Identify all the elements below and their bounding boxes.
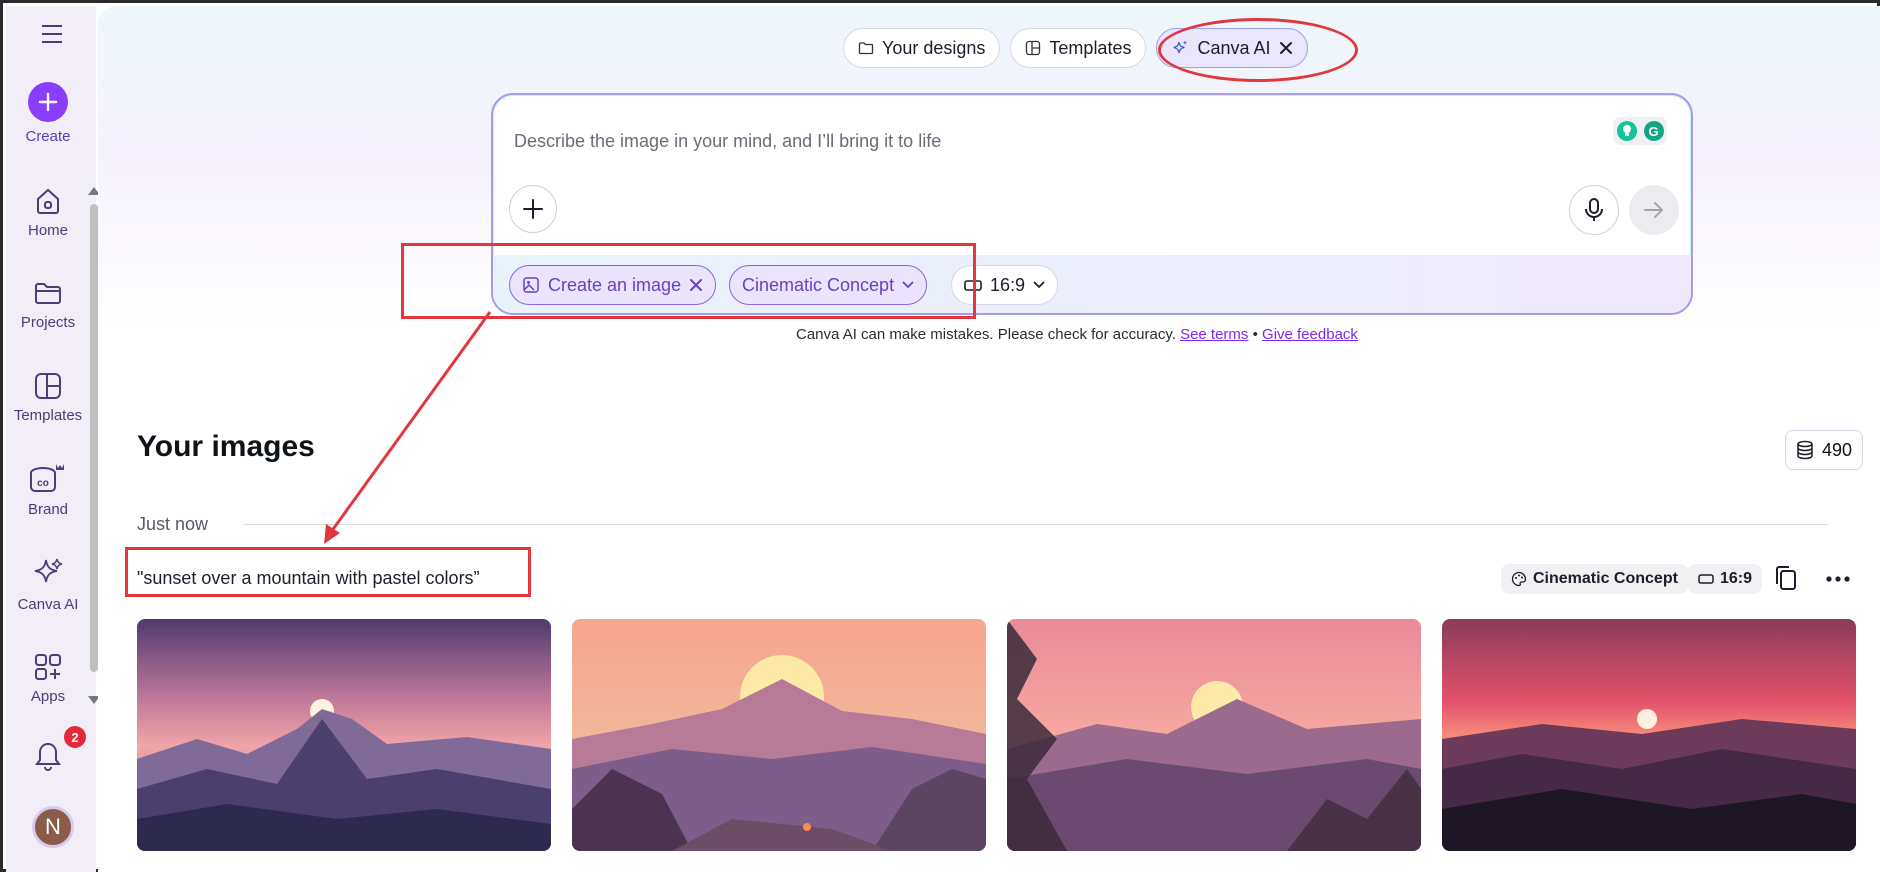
screen-frame: Create Home Projects Templates co Brand … <box>0 0 1880 872</box>
svg-text:co: co <box>37 478 49 489</box>
prompt-input[interactable]: Describe the image in your mind, and I’l… <box>514 131 941 152</box>
annotation-rectangle-prompt <box>125 547 531 597</box>
grammarly-widget[interactable]: G <box>1613 117 1667 145</box>
tab-templates[interactable]: Templates <box>1010 28 1147 68</box>
chip-label: 16:9 <box>990 274 1026 295</box>
aspect-ratio-icon <box>1698 574 1714 584</box>
send-button[interactable] <box>1629 185 1679 235</box>
create-button[interactable] <box>28 82 68 122</box>
main-area: Your designs Templates Canva AI Describe… <box>98 6 1880 872</box>
give-feedback-link[interactable]: Give feedback <box>1262 326 1358 343</box>
credits-counter[interactable]: 490 <box>1785 430 1864 470</box>
section-title: Your images <box>137 430 315 463</box>
ratio-tag-label: 16:9 <box>1720 570 1753 587</box>
annotation-ellipse <box>1158 18 1358 82</box>
copy-icon[interactable] <box>1773 564 1799 597</box>
annotation-rectangle-chips <box>401 243 976 319</box>
sidebar-item-brand[interactable]: co Brand <box>6 461 90 518</box>
sidebar-item-canva-ai[interactable]: Canva AI <box>6 556 90 613</box>
see-terms-link[interactable]: See terms <box>1180 326 1248 343</box>
grammarly-icon: G <box>1643 121 1664 141</box>
disclaimer: Canva AI can make mistakes. Please check… <box>796 326 1358 343</box>
sparkle-icon <box>34 558 63 583</box>
annotation-arrow <box>324 311 492 544</box>
credits-value: 490 <box>1822 439 1853 460</box>
sidebar-item-label: Canva AI <box>17 596 79 613</box>
notification-badge: 2 <box>64 726 86 748</box>
database-icon <box>1797 440 1813 460</box>
microphone-button[interactable] <box>1569 185 1619 235</box>
microphone-icon <box>1585 198 1603 221</box>
chevron-down-icon <box>1033 281 1045 289</box>
style-tag: Cinematic Concept <box>1501 564 1688 594</box>
generated-image-4[interactable] <box>1442 619 1856 851</box>
add-attachment-button[interactable] <box>509 185 557 233</box>
generated-image-1[interactable] <box>137 619 551 851</box>
brand-icon: co <box>30 464 64 492</box>
sidebar-item-apps[interactable]: Apps <box>6 652 90 705</box>
sidebar-item-templates[interactable]: Templates <box>6 371 90 424</box>
menu-icon[interactable] <box>41 24 63 49</box>
create-label: Create <box>25 128 71 145</box>
tab-your-designs[interactable]: Your designs <box>843 28 1001 68</box>
home-icon <box>37 188 59 214</box>
scroll-thumb[interactable] <box>90 204 98 672</box>
sidebar-item-label: Templates <box>13 407 83 424</box>
time-label: Just now <box>137 514 209 534</box>
divider <box>243 524 1828 525</box>
tab-label: Templates <box>1049 37 1132 58</box>
apps-icon <box>35 654 61 680</box>
disclaimer-text: Canva AI can make mistakes. Please check… <box>796 326 1176 343</box>
generated-image-2[interactable] <box>572 619 986 851</box>
lightbulb-icon <box>1616 121 1637 141</box>
arrow-right-icon <box>1644 202 1664 218</box>
sidebar-item-projects[interactable]: Projects <box>6 278 90 331</box>
create-nav[interactable]: Create <box>6 82 90 145</box>
more-options-icon[interactable] <box>1825 570 1851 588</box>
sidebar-item-label: Home <box>27 222 68 239</box>
avatar[interactable]: N <box>32 806 74 848</box>
folder-icon <box>35 283 61 304</box>
plus-icon <box>523 199 543 219</box>
bell-icon <box>35 742 61 771</box>
sidebar-item-home[interactable]: Home <box>6 186 90 239</box>
generated-image-3[interactable] <box>1007 619 1421 851</box>
sidebar-item-label: Apps <box>30 688 66 705</box>
templates-icon <box>1026 40 1041 56</box>
sidebar-item-label: Brand <box>27 501 69 518</box>
folder-icon <box>858 42 874 55</box>
sidebar: Create Home Projects Templates co Brand … <box>6 6 100 872</box>
sidebar-item-label: Projects <box>20 314 76 331</box>
ratio-tag: 16:9 <box>1688 564 1763 594</box>
tab-label: Your designs <box>882 37 986 58</box>
palette-icon <box>1511 571 1527 587</box>
style-tag-label: Cinematic Concept <box>1533 570 1678 587</box>
templates-icon <box>35 373 61 399</box>
separator: • <box>1252 326 1258 343</box>
